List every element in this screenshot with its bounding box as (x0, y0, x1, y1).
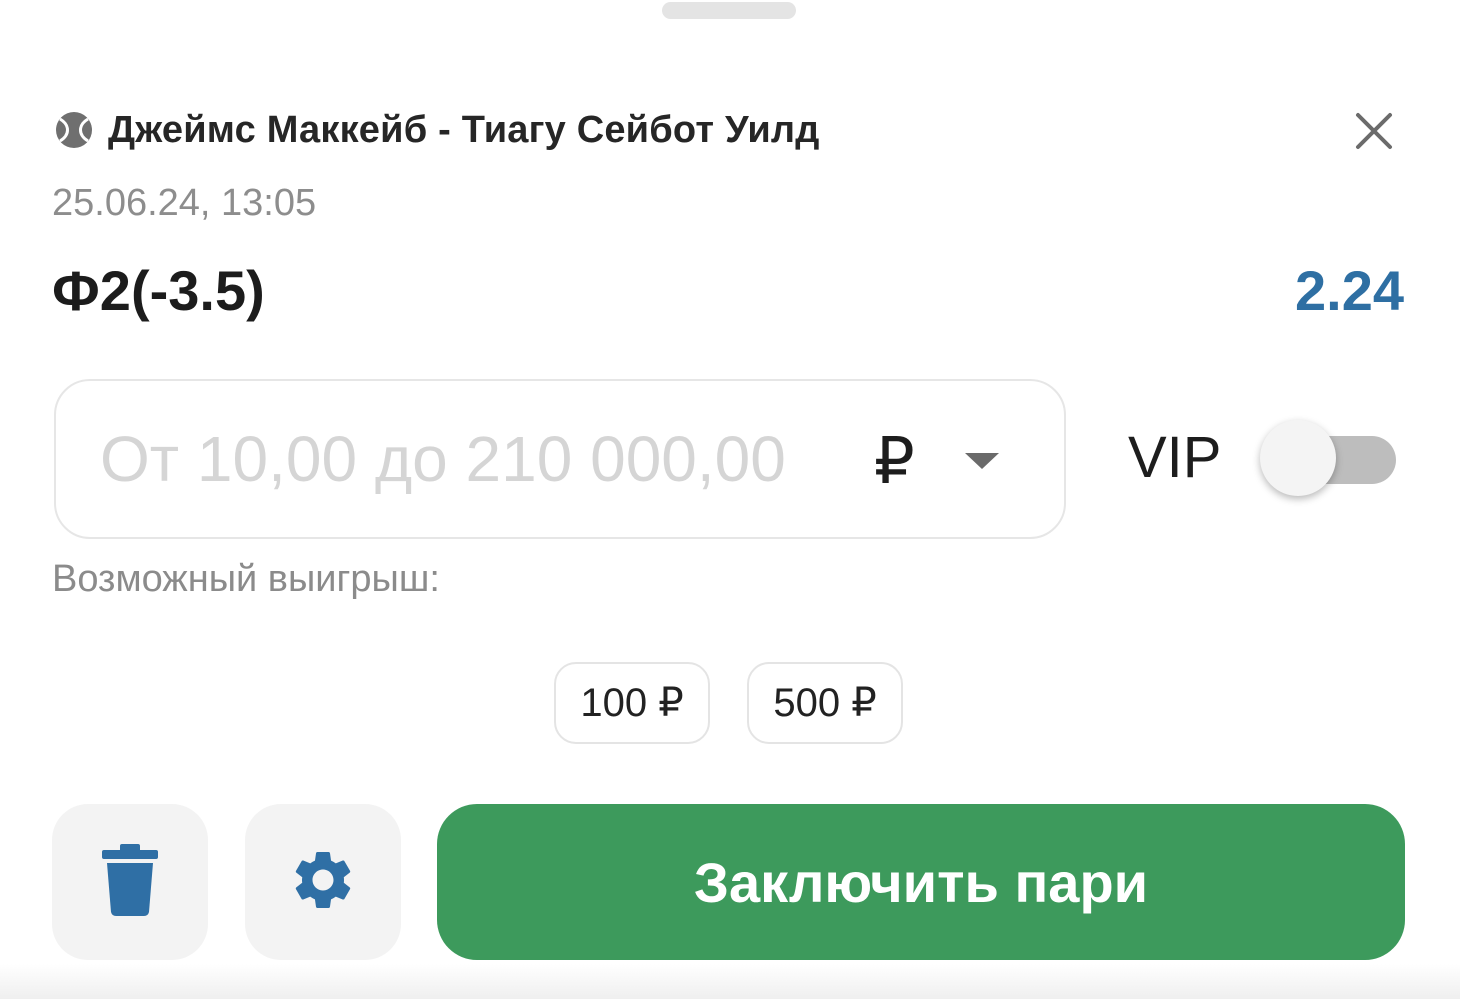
vip-toggle[interactable] (1258, 418, 1398, 498)
vip-label: VIP (1128, 425, 1222, 490)
event-datetime: 25.06.24, 13:05 (52, 182, 317, 224)
odds-value: 2.24 (1295, 259, 1404, 322)
bet-outcome: Ф2(-3.5) (52, 259, 265, 322)
possible-win-label: Возможный выигрыш: (52, 558, 440, 600)
stake-field[interactable]: ₽ (54, 379, 1066, 539)
vip-toggle-knob (1260, 420, 1336, 496)
place-bet-button[interactable]: Заключить пари (437, 804, 1405, 960)
trash-icon (100, 843, 160, 921)
event-header: Джеймс Маккейб - Тиагу Сейбот Уилд (52, 108, 820, 152)
caret-down-icon[interactable] (962, 449, 1002, 473)
bet-settings-button[interactable] (245, 804, 401, 960)
close-button[interactable] (1344, 104, 1404, 162)
bottom-shadow (0, 964, 1460, 999)
close-icon (1354, 111, 1394, 156)
quick-amount-500-button[interactable]: 500 ₽ (747, 662, 903, 744)
gear-icon (288, 845, 358, 920)
stake-input[interactable] (100, 411, 860, 507)
tennis-ball-icon (52, 108, 96, 152)
delete-bet-button[interactable] (52, 804, 208, 960)
quick-amount-100-button[interactable]: 100 ₽ (554, 662, 710, 744)
match-title: Джеймс Маккейб - Тиагу Сейбот Уилд (108, 108, 820, 151)
drag-handle[interactable] (662, 2, 796, 19)
currency-symbol: ₽ (874, 425, 915, 497)
